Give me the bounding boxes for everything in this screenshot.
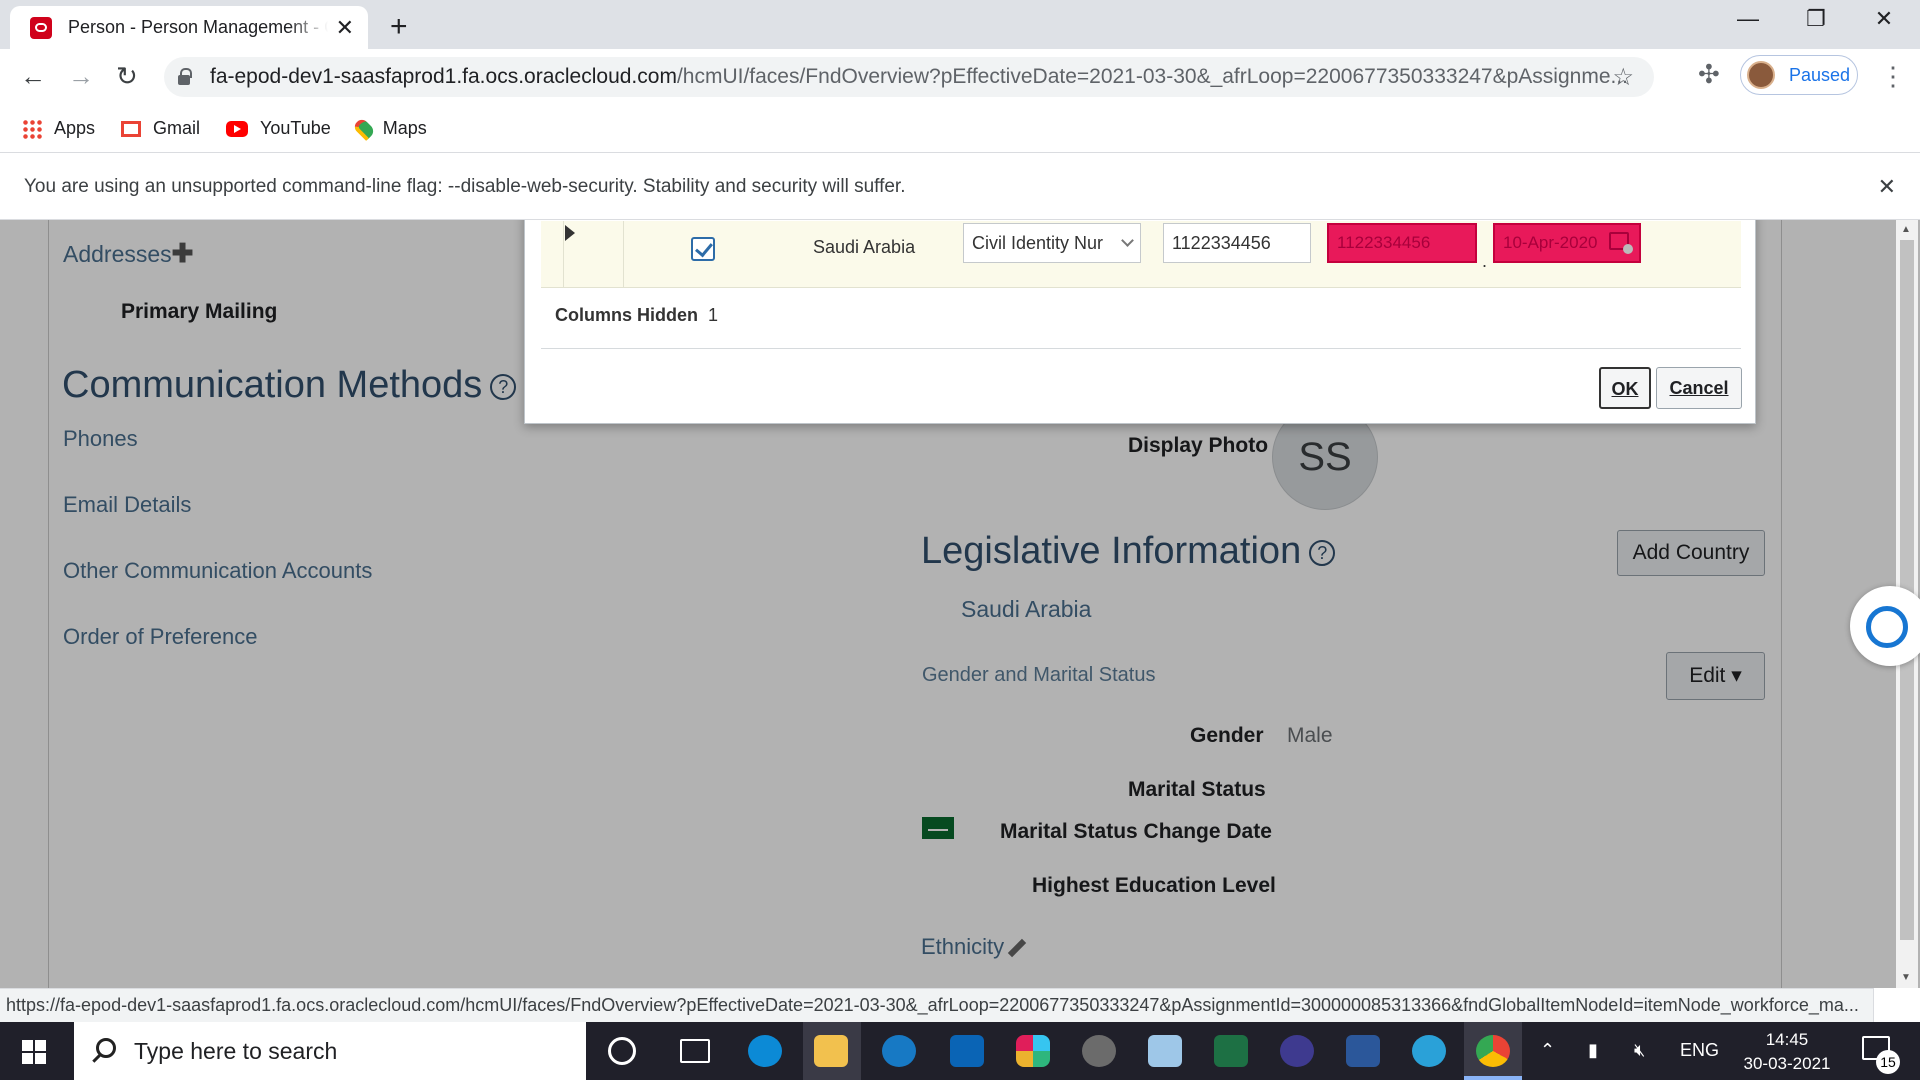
apps-grid-icon <box>22 118 42 139</box>
calendar-icon[interactable] <box>1609 232 1633 254</box>
forward-icon[interactable]: → <box>68 61 94 92</box>
excel-icon[interactable] <box>1214 1035 1248 1067</box>
close-tab-icon[interactable]: ✕ <box>336 15 354 41</box>
speaker-muted-icon[interactable]: 🔇︎ <box>1634 1040 1645 1061</box>
columns-hidden-status: Columns Hidden 1 <box>555 305 719 325</box>
link-status-bubble: https://fa-epod-dev1-saasfaprod1.fa.ocs.… <box>0 988 1874 1022</box>
browser-tab[interactable]: Person - Person Management - C ✕ <box>10 6 368 49</box>
chevron-down-icon <box>1121 234 1134 247</box>
youtube-icon <box>226 120 249 137</box>
outlook-icon[interactable] <box>950 1035 984 1067</box>
reload-icon[interactable]: ↻ <box>116 61 138 92</box>
chat-assistant-icon[interactable] <box>1850 586 1920 666</box>
issue-date-error-field[interactable]: 10-Apr-2020 <box>1493 223 1641 263</box>
tab-title: Person - Person Management - C <box>68 17 328 37</box>
gmail-icon <box>121 120 142 137</box>
chrome-active-indicator <box>1464 1076 1522 1080</box>
avatar <box>1747 61 1775 89</box>
app-icon[interactable] <box>1280 1035 1314 1067</box>
microphone-icon[interactable]: ▮ <box>1588 1040 1598 1061</box>
windows-taskbar: Type here to search ⌃ ▮ 🔇︎ ENG 14:45 30-… <box>0 1022 1920 1080</box>
profile-label: Paused <box>1789 64 1851 85</box>
expand-row-icon[interactable] <box>565 225 575 241</box>
word-icon[interactable] <box>1346 1035 1380 1067</box>
system-clock[interactable]: 14:45 30-03-2021 <box>1742 1028 1832 1076</box>
oracle-favicon-icon <box>30 16 52 39</box>
bookmark-gmail[interactable]: Gmail <box>121 118 200 139</box>
extensions-puzzle-icon[interactable]: ✣ <box>1698 59 1720 90</box>
notification-count-badge: 15 <box>1876 1050 1900 1074</box>
chrome-icon[interactable] <box>1476 1035 1510 1067</box>
bookmark-apps[interactable]: Apps <box>22 118 95 139</box>
settings-gear-icon[interactable] <box>1082 1035 1116 1067</box>
warning-infobar: You are using an unsupported command-lin… <box>0 154 1920 220</box>
divider <box>541 348 1741 349</box>
task-view-icon[interactable] <box>680 1039 710 1063</box>
primary-checkbox[interactable] <box>691 237 715 261</box>
separator-dot: . <box>1482 251 1488 271</box>
infobar-text: You are using an unsupported command-lin… <box>24 175 906 197</box>
bookmarks-bar: Apps Gmail YouTube Maps <box>0 105 1920 153</box>
new-tab-button[interactable]: + <box>390 10 408 44</box>
national-id-error-field[interactable]: 1122334456 <box>1327 223 1477 263</box>
national-identifiers-dialog: Saudi Arabia Civil Identity Nur 11223344… <box>524 220 1756 424</box>
slack-icon[interactable] <box>1016 1035 1050 1067</box>
page-content: Addresses✚ Primary Mailing Communication… <box>0 220 1920 988</box>
national-id-input[interactable]: 1122334456 <box>1163 223 1311 263</box>
bookmark-star-icon[interactable]: ☆ <box>1612 63 1634 92</box>
snowflake-app-icon[interactable] <box>1412 1035 1446 1067</box>
minimize-icon[interactable]: — <box>1718 6 1778 32</box>
profile-button[interactable]: Paused <box>1740 55 1858 95</box>
browser-tabstrip: Person - Person Management - C ✕ + — ❐ ✕ <box>0 0 1920 49</box>
bookmark-youtube[interactable]: YouTube <box>226 118 331 139</box>
url-text[interactable]: fa-epod-dev1-saasfaprod1.fa.ocs.oraclecl… <box>210 65 1630 89</box>
edge-icon[interactable] <box>748 1035 782 1067</box>
windows-start-icon[interactable] <box>22 1040 46 1064</box>
notes-app-icon[interactable] <box>1148 1035 1182 1067</box>
bookmark-maps[interactable]: Maps <box>351 116 427 141</box>
table-row[interactable]: Saudi Arabia Civil Identity Nur 11223344… <box>541 221 1741 288</box>
cell-divider <box>563 221 564 288</box>
scroll-down-icon[interactable]: ▼ <box>1901 972 1911 983</box>
ok-button[interactable]: OK <box>1599 367 1651 409</box>
back-icon[interactable]: ← <box>20 61 46 92</box>
lock-icon <box>178 67 192 85</box>
chat-app-icon[interactable] <box>882 1035 916 1067</box>
restore-icon[interactable]: ❐ <box>1786 6 1846 32</box>
search-icon <box>96 1038 116 1058</box>
maps-pin-icon <box>351 116 376 141</box>
tray-chevron-up-icon[interactable]: ⌃ <box>1540 1040 1555 1061</box>
country-cell: Saudi Arabia <box>813 237 916 257</box>
chrome-menu-icon[interactable]: ⋮ <box>1880 61 1906 92</box>
cortana-icon[interactable] <box>608 1037 636 1065</box>
national-id-type-select[interactable]: Civil Identity Nur <box>963 223 1141 263</box>
infobar-close-icon[interactable]: ✕ <box>1878 174 1896 200</box>
cancel-button[interactable]: Cancel <box>1656 367 1742 409</box>
scroll-up-icon[interactable]: ▲ <box>1901 224 1911 235</box>
taskbar-search-box[interactable]: Type here to search <box>74 1022 586 1080</box>
language-indicator[interactable]: ENG <box>1680 1040 1719 1061</box>
browser-toolbar: ← → ↻ fa-epod-dev1-saasfaprod1.fa.ocs.or… <box>0 49 1920 105</box>
address-bar[interactable]: fa-epod-dev1-saasfaprod1.fa.ocs.oraclecl… <box>164 57 1654 97</box>
cell-divider <box>623 221 624 288</box>
window-close-icon[interactable]: ✕ <box>1854 6 1914 32</box>
file-explorer-icon[interactable] <box>814 1035 848 1067</box>
